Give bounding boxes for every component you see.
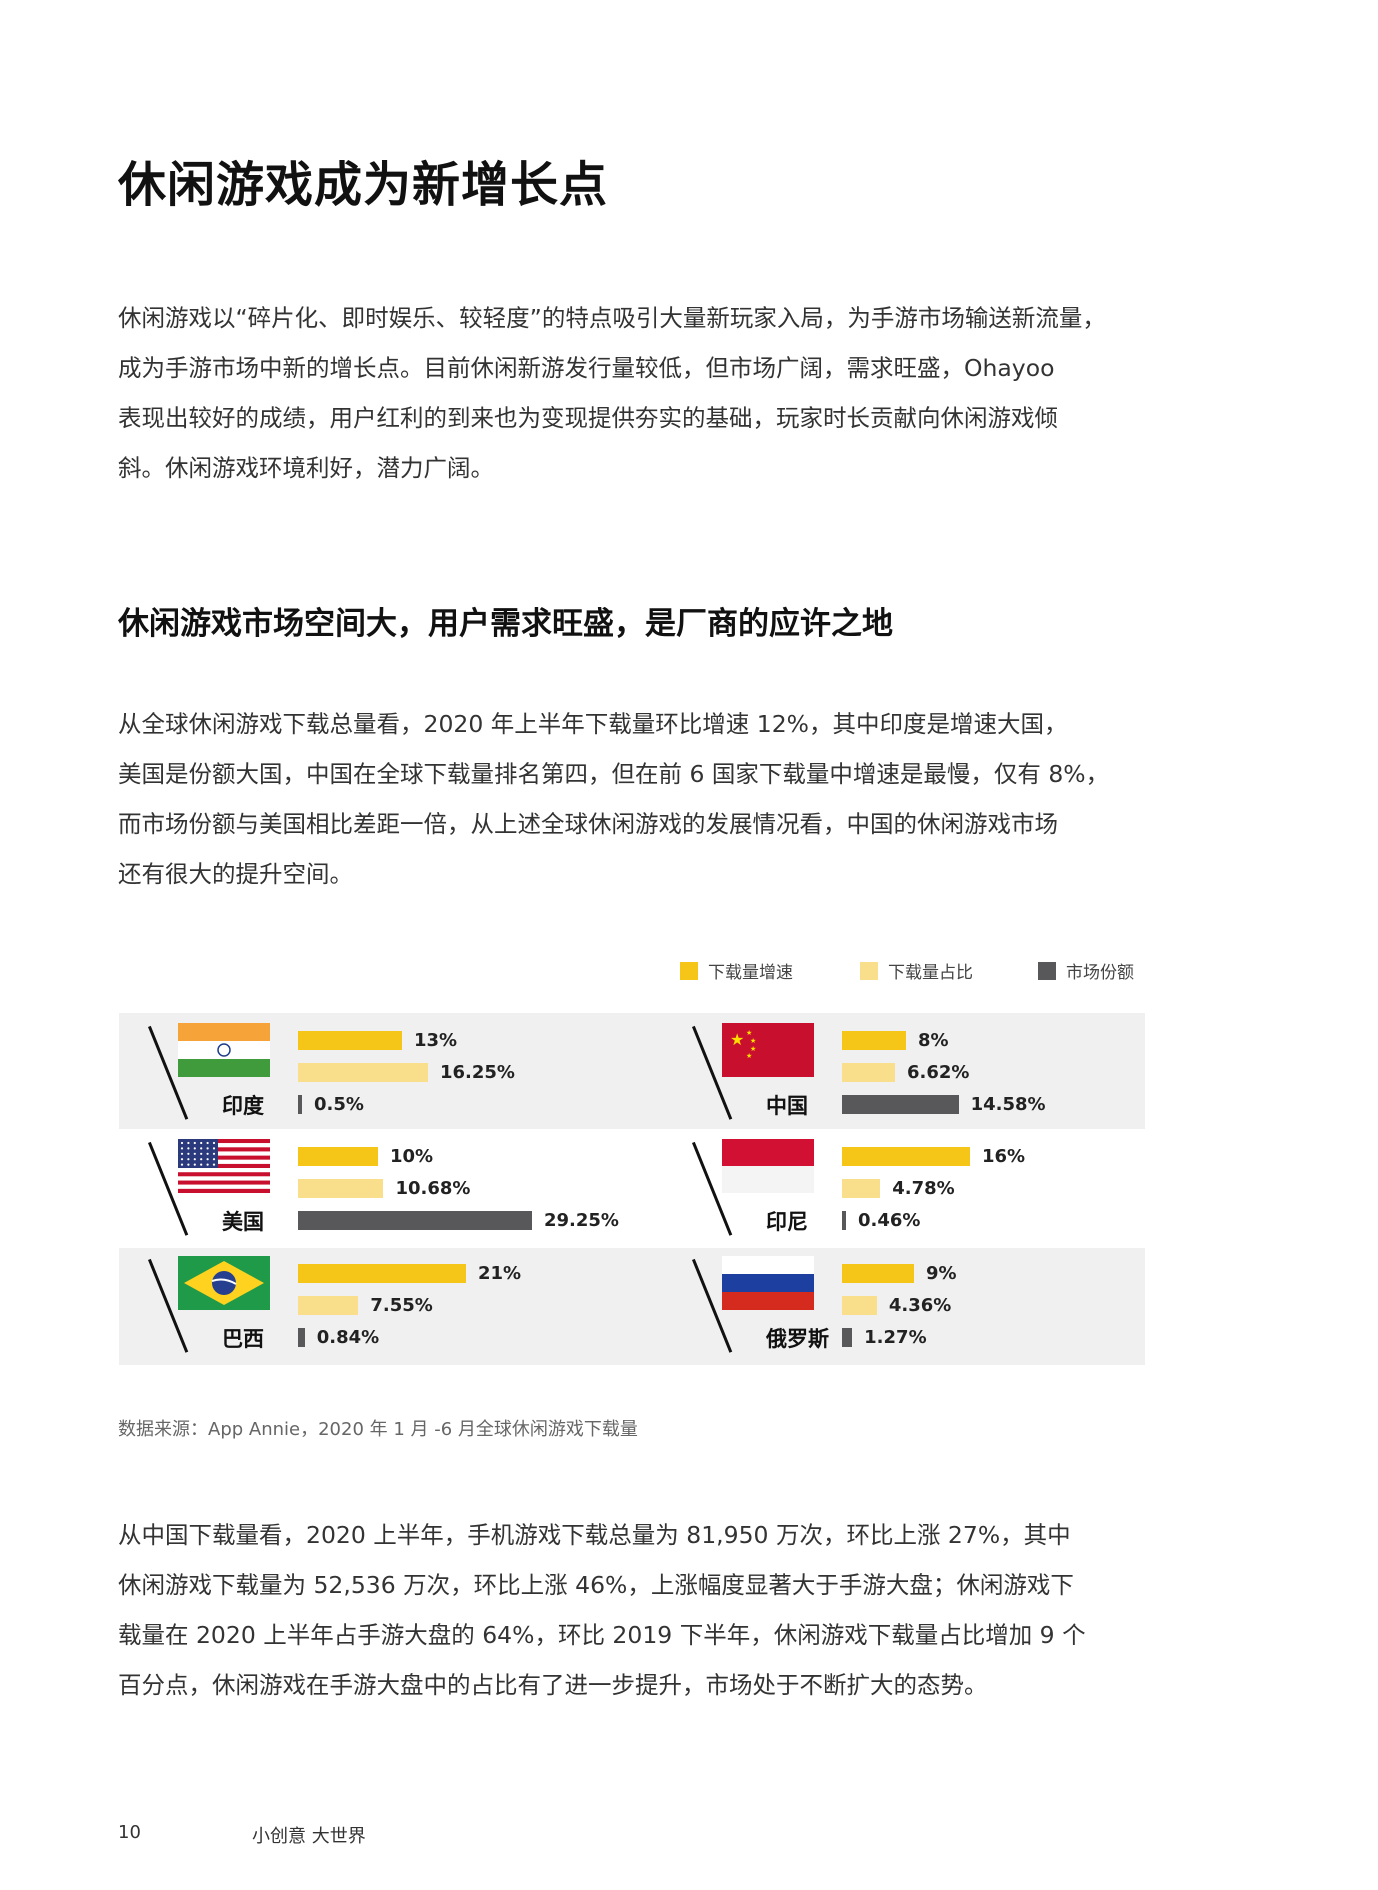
bar-growth	[842, 1147, 970, 1166]
bar-share	[298, 1296, 359, 1315]
bar-value-label: 29.25%	[544, 1210, 619, 1231]
paragraph-line: 斜。休闲游戏环境利好，潜力广阔。	[118, 454, 494, 482]
country-name: 印尼	[766, 1210, 808, 1234]
bar-value-label: 0.5%	[314, 1094, 364, 1115]
bar-growth	[298, 1147, 378, 1166]
bar-value-label: 16%	[982, 1146, 1026, 1167]
bar-growth	[842, 1264, 914, 1283]
bar-market	[842, 1328, 853, 1347]
china-paragraph: 从中国下载量看，2020 上半年，手机游戏下载总量为 81,950 万次，环比上…	[118, 1510, 1148, 1710]
page-title: 休闲游戏成为新增长点	[118, 157, 609, 213]
legend-swatch-growth	[680, 961, 698, 980]
paragraph-line: 表现出较好的成绩，用户红利的到来也为变现提供夯实的基础，玩家时长贡献向休闲游戏倾	[118, 404, 1058, 432]
bar-growth	[298, 1264, 466, 1283]
bar-value-label: 16.25%	[440, 1062, 515, 1083]
paragraph-line: 从全球休闲游戏下载总量看，2020 年上半年下载量环比增速 12%，其中印度是增…	[118, 710, 1068, 738]
bar-value-label: 10.68%	[395, 1178, 471, 1199]
paragraph-line: 而市场份额与美国相比差距一倍，从上述全球休闲游戏的发展情况看，中国的休闲游戏市场	[118, 810, 1058, 838]
bar-value-label: 6.62%	[906, 1062, 970, 1083]
bar-market	[842, 1211, 846, 1230]
india-flag-icon	[178, 1023, 270, 1077]
indonesia-flag-icon	[722, 1139, 814, 1193]
country-block: 印度 13% 16.25% 0.5%	[146, 1015, 686, 1131]
country-block: 美国 10% 10.68% 29.25%	[146, 1131, 686, 1247]
svg-text:★: ★	[746, 1029, 752, 1037]
footer-tagline: 小创意 大世界	[252, 1826, 366, 1847]
paragraph-line: 载量在 2020 上半年占手游大盘的 64%，环比 2019 下半年，休闲游戏下…	[118, 1621, 1086, 1649]
country-block: 巴西 21% 7.55% 0.84%	[146, 1248, 686, 1364]
chart-legend: 下载量增速 下载量占比 市场份额	[680, 958, 1150, 983]
paragraph-line: 还有很大的提升空间。	[118, 860, 353, 888]
bar-market	[842, 1095, 959, 1114]
paragraph-line: 从中国下载量看，2020 上半年，手机游戏下载总量为 81,950 万次，环比上…	[118, 1521, 1071, 1549]
country-name: 巴西	[222, 1327, 264, 1351]
country-name: 美国	[222, 1210, 264, 1234]
bar-share	[842, 1179, 881, 1198]
legend-item-growth: 下载量增速	[680, 958, 793, 983]
bar-value-label: 4.78%	[892, 1178, 955, 1199]
bar-share	[842, 1296, 877, 1315]
legend-label-share: 下载量占比	[888, 963, 973, 983]
china-flag-icon: ★ ★ ★ ★ ★	[722, 1023, 814, 1077]
legend-label-growth: 下载量增速	[708, 963, 793, 983]
bar-market	[298, 1095, 302, 1114]
country-name: 俄罗斯	[766, 1327, 829, 1351]
paragraph-line: 休闲游戏以“碎片化、即时娱乐、较轻度”的特点吸引大量新玩家入局，为手游市场输送新…	[118, 304, 1106, 332]
paragraph-line: 成为手游市场中新的增长点。目前休闲新游发行量较低，但市场广阔，需求旺盛，Ohay…	[118, 354, 1055, 382]
bar-value-label: 7.55%	[370, 1295, 433, 1316]
bar-share	[298, 1063, 428, 1082]
country-block: 印尼 16% 4.78% 0.46%	[690, 1131, 1230, 1247]
bar-value-label: 13%	[414, 1030, 458, 1051]
legend-item-market: 市场份额	[1038, 958, 1134, 983]
legend-label-market: 市场份额	[1066, 963, 1134, 983]
intro-paragraph: 休闲游戏以“碎片化、即时娱乐、较轻度”的特点吸引大量新玩家入局，为手游市场输送新…	[118, 293, 1148, 493]
russia-flag-icon	[722, 1256, 814, 1310]
brazil-flag-icon	[178, 1256, 270, 1310]
bar-growth	[842, 1031, 906, 1050]
bar-share	[842, 1063, 895, 1082]
bar-value-label: 8%	[918, 1030, 949, 1051]
legend-swatch-share	[860, 961, 878, 980]
bar-growth	[298, 1031, 402, 1050]
svg-text:★: ★	[750, 1037, 756, 1045]
country-name: 中国	[766, 1094, 808, 1118]
usa-flag-icon	[178, 1139, 270, 1193]
paragraph-line: 休闲游戏下载量为 52,536 万次，环比上涨 46%，上涨幅度显著大于手游大盘…	[118, 1571, 1074, 1599]
analysis-paragraph: 从全球休闲游戏下载总量看，2020 年上半年下载量环比增速 12%，其中印度是增…	[118, 699, 1148, 899]
bar-value-label: 9%	[926, 1263, 957, 1284]
bar-market	[298, 1211, 532, 1230]
section-subheading: 休闲游戏市场空间大，用户需求旺盛，是厂商的应许之地	[118, 606, 893, 642]
svg-text:★: ★	[746, 1052, 752, 1060]
bar-value-label: 0.84%	[316, 1327, 380, 1348]
legend-swatch-market	[1038, 961, 1056, 980]
bar-value-label: 4.36%	[888, 1295, 952, 1316]
paragraph-line: 美国是份额大国，中国在全球下载量排名第四，但在前 6 国家下载量中增速是最慢，仅…	[118, 760, 1110, 788]
bar-value-label: 21%	[478, 1263, 522, 1284]
legend-item-share: 下载量占比	[860, 958, 973, 983]
bar-value-label: 10%	[390, 1146, 434, 1167]
country-name: 印度	[222, 1094, 264, 1118]
source-note: 数据来源：App Annie，2020 年 1 月 -6 月全球休闲游戏下载量	[118, 1419, 638, 1440]
paragraph-line: 百分点，休闲游戏在手游大盘中的占比有了进一步提升，市场处于不断扩大的态势。	[118, 1671, 988, 1699]
page-number: 10	[118, 1822, 141, 1843]
bar-value-label: 0.46%	[858, 1210, 921, 1231]
country-block: 俄罗斯 9% 4.36% 1.27%	[690, 1248, 1230, 1364]
country-block: ★ ★ ★ ★ ★ 中国 8% 6.62% 14.58%	[690, 1015, 1230, 1131]
svg-text:★: ★	[730, 1030, 744, 1049]
bar-market	[298, 1328, 305, 1347]
bar-value-label: 14.58%	[970, 1094, 1046, 1115]
bar-value-label: 1.27%	[864, 1327, 927, 1348]
bar-share	[298, 1179, 384, 1198]
